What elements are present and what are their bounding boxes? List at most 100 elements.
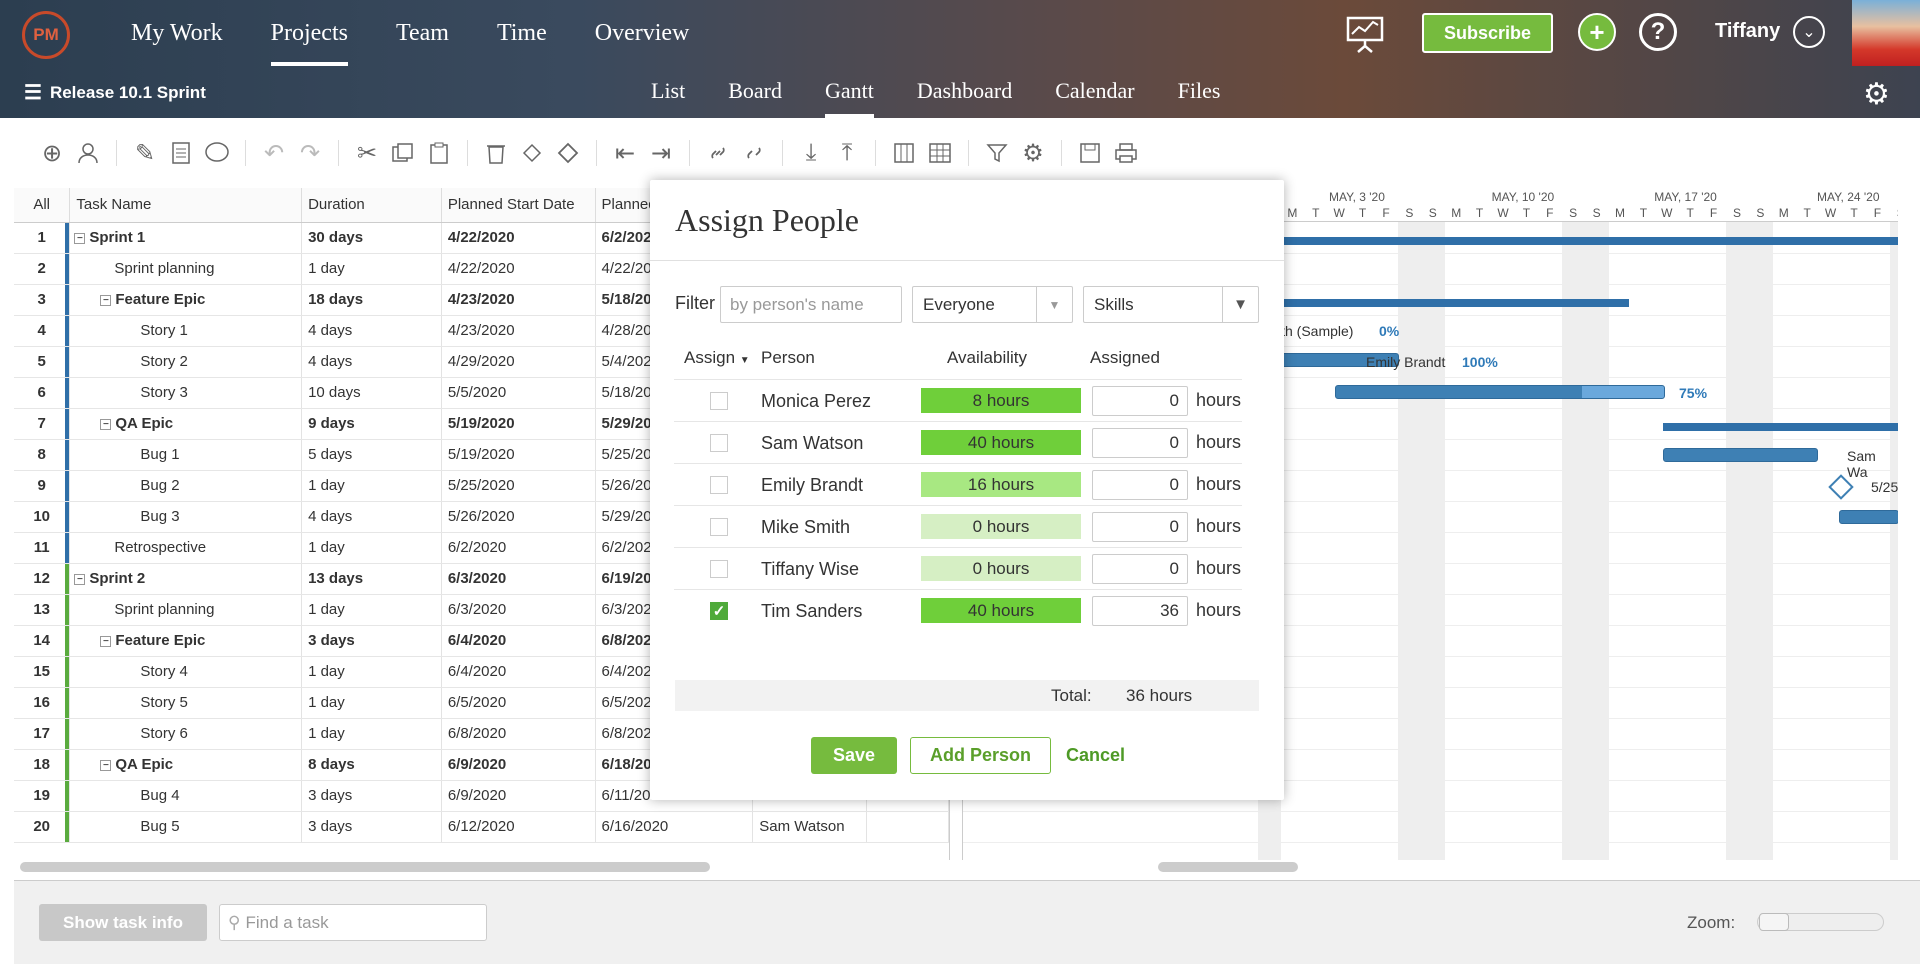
start-date-cell[interactable]: 5/25/2020	[441, 470, 596, 502]
person-row[interactable]: Tiffany Wise 0 hours 0 hours	[674, 547, 1242, 589]
row-number[interactable]: 2	[14, 253, 71, 285]
assign-checkbox[interactable]: ✓	[710, 602, 728, 620]
columns-icon[interactable]	[886, 135, 922, 171]
duration-cell[interactable]: 1 day	[301, 687, 442, 719]
task-name-cell[interactable]: Bug 5	[69, 811, 303, 843]
import-icon[interactable]: ⤓	[793, 135, 829, 171]
assigned-hours-input[interactable]: 0	[1092, 554, 1188, 584]
help-icon[interactable]: ?	[1639, 13, 1677, 51]
gantt-bar-sprint1[interactable]	[1279, 237, 1898, 245]
duration-cell[interactable]: 1 day	[301, 470, 442, 502]
nav-projects[interactable]: Projects	[270, 0, 349, 66]
start-date-cell[interactable]: 6/9/2020	[441, 749, 596, 781]
collapse-toggle-icon[interactable]: −	[74, 232, 86, 244]
row-number[interactable]: 17	[14, 718, 71, 750]
start-date-cell[interactable]: 6/3/2020	[441, 594, 596, 626]
start-date-cell[interactable]: 4/22/2020	[441, 222, 596, 254]
start-date-cell[interactable]: 5/19/2020	[441, 408, 596, 440]
start-date-cell[interactable]: 6/12/2020	[441, 811, 596, 843]
gantt-bar-qa-epic[interactable]	[1663, 423, 1898, 431]
task-name-cell[interactable]: Bug 3	[69, 501, 303, 533]
task-name-cell[interactable]: Story 6	[69, 718, 303, 750]
row-number[interactable]: 14	[14, 625, 71, 657]
nav-time[interactable]: Time	[497, 0, 547, 66]
row-number[interactable]: 9	[14, 470, 71, 502]
gantt-bar-story3[interactable]	[1335, 385, 1665, 399]
start-date-cell[interactable]: 4/23/2020	[441, 315, 596, 347]
milestone-icon[interactable]	[550, 135, 586, 171]
task-name-cell[interactable]: Bug 4	[69, 780, 303, 812]
comment-icon[interactable]	[199, 135, 235, 171]
zoom-slider-handle[interactable]	[1759, 913, 1789, 931]
row-number[interactable]: 1	[14, 222, 71, 254]
duration-cell[interactable]: 1 day	[301, 656, 442, 688]
row-number[interactable]: 4	[14, 315, 71, 347]
row-number[interactable]: 7	[14, 408, 71, 440]
redo-icon[interactable]: ↷	[292, 135, 328, 171]
tab-files[interactable]: Files	[1178, 66, 1221, 118]
row-number[interactable]: 8	[14, 439, 71, 471]
duration-cell[interactable]: 4 days	[301, 315, 442, 347]
duration-cell[interactable]: 3 days	[301, 625, 442, 657]
filter-icon[interactable]	[979, 135, 1015, 171]
task-name-cell[interactable]: Story 4	[69, 656, 303, 688]
duration-cell[interactable]: 30 days	[301, 222, 442, 254]
hamburger-icon[interactable]: ☰	[24, 80, 42, 105]
undo-icon[interactable]: ↶	[256, 135, 292, 171]
row-number[interactable]: 5	[14, 346, 71, 378]
scope-select[interactable]: Everyone ▼	[912, 286, 1073, 323]
tab-gantt[interactable]: Gantt	[825, 66, 874, 118]
notes-icon[interactable]	[163, 135, 199, 171]
unlink-icon[interactable]	[736, 135, 772, 171]
start-date-cell[interactable]: 6/2/2020	[441, 532, 596, 564]
row-number[interactable]: 10	[14, 501, 71, 533]
row-number[interactable]: 3	[14, 284, 71, 316]
nav-my-work[interactable]: My Work	[131, 0, 223, 66]
duration-cell[interactable]: 5 days	[301, 439, 442, 471]
duration-cell[interactable]: 1 day	[301, 532, 442, 564]
tab-list[interactable]: List	[651, 66, 685, 118]
task-name-cell[interactable]: − QA Epic	[69, 408, 303, 440]
col-task-name[interactable]: Task Name	[69, 188, 303, 223]
duration-cell[interactable]: 1 day	[301, 253, 442, 285]
settings-gear-icon[interactable]: ⚙	[1863, 77, 1890, 112]
duration-cell[interactable]: 4 days	[301, 346, 442, 378]
row-number[interactable]: 20	[14, 811, 71, 843]
row-number[interactable]: 13	[14, 594, 71, 626]
subscribe-button[interactable]: Subscribe	[1422, 13, 1553, 53]
person-row[interactable]: Mike Smith 0 hours 0 hours	[674, 505, 1242, 547]
row-number[interactable]: 16	[14, 687, 71, 719]
assigned-hours-input[interactable]: 0	[1092, 512, 1188, 542]
duration-cell[interactable]: 8 days	[301, 749, 442, 781]
task-name-cell[interactable]: − Sprint 1	[69, 222, 303, 254]
col-duration[interactable]: Duration	[301, 188, 442, 223]
start-date-cell[interactable]: 5/26/2020	[441, 501, 596, 533]
assign-checkbox[interactable]	[710, 560, 728, 578]
row-number[interactable]: 18	[14, 749, 71, 781]
nav-overview[interactable]: Overview	[595, 0, 690, 66]
add-person-button[interactable]: Add Person	[910, 737, 1051, 774]
fill-color-icon[interactable]	[514, 135, 550, 171]
show-task-info-button[interactable]: Show task info	[39, 904, 207, 941]
link-icon[interactable]	[700, 135, 736, 171]
duration-cell[interactable]: 1 day	[301, 594, 442, 626]
col-all[interactable]: All	[14, 188, 71, 223]
print-icon[interactable]	[1108, 135, 1144, 171]
skills-select[interactable]: Skills ▼	[1083, 286, 1259, 323]
duration-cell[interactable]: 1 day	[301, 718, 442, 750]
collapse-toggle-icon[interactable]: −	[100, 635, 112, 647]
person-row[interactable]: Sam Watson 40 hours 0 hours	[674, 421, 1242, 463]
task-name-cell[interactable]: − Feature Epic	[69, 625, 303, 657]
row-number[interactable]: 11	[14, 532, 71, 564]
gantt-bar-bug3[interactable]	[1839, 510, 1898, 524]
tab-calendar[interactable]: Calendar	[1055, 66, 1134, 118]
cut-icon[interactable]: ✂	[349, 135, 385, 171]
start-date-cell[interactable]: 6/5/2020	[441, 687, 596, 719]
assigned-hours-input[interactable]: 0	[1092, 428, 1188, 458]
chevron-down-icon[interactable]: ▼	[1222, 287, 1258, 322]
paste-icon[interactable]	[421, 135, 457, 171]
duration-cell[interactable]: 9 days	[301, 408, 442, 440]
task-name-cell[interactable]: − QA Epic	[69, 749, 303, 781]
row-number[interactable]: 15	[14, 656, 71, 688]
start-date-cell[interactable]: 4/29/2020	[441, 346, 596, 378]
